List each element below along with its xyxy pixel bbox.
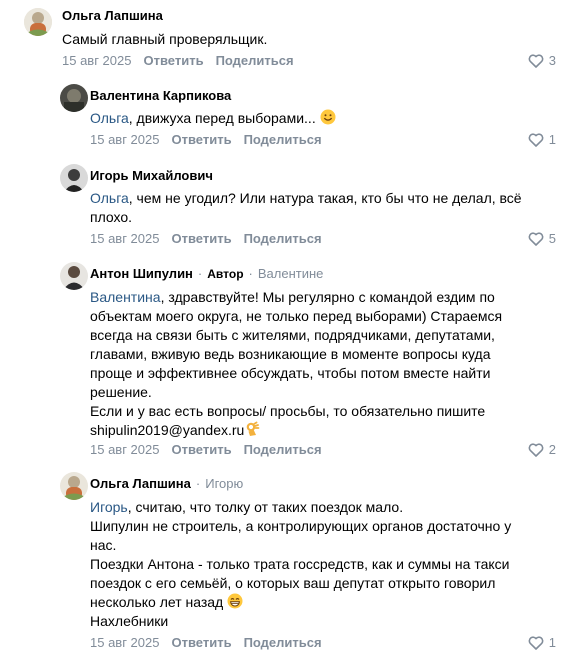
comment-text-line: главами, вживую ведь возникающие в момен… <box>90 346 491 362</box>
comment-reply: Ольга Лапшина · Игорю Игорь, считаю, что… <box>0 468 572 667</box>
ok-hand-emoji <box>247 421 260 436</box>
like-button[interactable]: 2 <box>528 442 556 458</box>
reply-button[interactable]: Ответить <box>171 231 231 247</box>
author-badge: Автор <box>207 267 244 281</box>
comment-text: Ольга, чем не угодил? Или натура такая, … <box>90 189 558 227</box>
avatar[interactable] <box>60 164 88 192</box>
comment-text-line: поездок с его семьёй, о которых ваш депу… <box>90 575 496 591</box>
share-button[interactable]: Поделиться <box>244 231 322 247</box>
like-count: 2 <box>548 442 556 457</box>
mention-link[interactable]: Ольга <box>90 190 129 206</box>
comment-reply: Антон Шипулин · Автор · Валентине Валент… <box>0 260 572 468</box>
reply-to-link[interactable]: Валентине <box>258 266 324 282</box>
comment-date[interactable]: 15 авг 2025 <box>90 231 159 247</box>
like-count: 1 <box>548 132 556 147</box>
avatar[interactable] <box>60 84 88 112</box>
comment-date[interactable]: 15 авг 2025 <box>62 53 131 69</box>
comment-reply: Валентина Карпикова Ольга, движуха перед… <box>0 80 572 160</box>
like-button[interactable]: 1 <box>528 132 556 148</box>
like-count: 3 <box>548 53 556 68</box>
comment-text-line: проще и эффективнее обсуждать, чтобы пот… <box>90 365 491 381</box>
comment-text-line: нас. <box>90 537 117 553</box>
comment-text-line: несколько лет назад <box>90 594 224 610</box>
like-button[interactable]: 3 <box>528 53 556 69</box>
share-button[interactable]: Поделиться <box>244 442 322 458</box>
reply-to-link[interactable]: Игорю <box>205 476 243 492</box>
reply-button[interactable]: Ответить <box>171 635 231 651</box>
heart-icon <box>528 443 544 457</box>
author-name[interactable]: Ольга Лапшина <box>62 8 163 24</box>
reply-button[interactable]: Ответить <box>171 442 231 458</box>
comment-text: Валентина, здравствуйте! Мы регулярно с … <box>90 288 558 440</box>
comment-text-line: , чем не угодил? Или натура такая, кто б… <box>128 190 522 206</box>
grinning-face-emoji <box>227 593 243 609</box>
author-name[interactable]: Валентина Карпикова <box>90 88 231 104</box>
heart-icon <box>528 54 544 68</box>
comment-text-line: объектам моего округа, не только перед в… <box>90 308 503 324</box>
heart-icon <box>528 133 544 147</box>
mention-link[interactable]: Игорь <box>90 499 128 515</box>
avatar[interactable] <box>60 472 88 500</box>
comment-text: Ольга, движуха перед выборами... <box>90 109 558 128</box>
smiling-face-emoji <box>320 109 336 125</box>
comment-text: Самый главный проверяльщик. <box>62 30 558 49</box>
comment-text-line: , движуха перед выборами... <box>128 110 316 126</box>
share-button[interactable]: Поделиться <box>216 53 294 69</box>
comment-text: Игорь, считаю, что толку от таких поездо… <box>90 498 558 631</box>
comment-text-line: Нахлебники <box>90 613 169 629</box>
share-button[interactable]: Поделиться <box>244 635 322 651</box>
comment-text-line: Если и у вас есть вопросы/ просьбы, то о… <box>90 403 486 419</box>
author-name[interactable]: Ольга Лапшина <box>90 476 191 492</box>
reply-button[interactable]: Ответить <box>143 53 203 69</box>
avatar[interactable] <box>24 8 52 36</box>
comment-text-line: Поездки Антона - только трата госсредств… <box>90 556 510 572</box>
author-name[interactable]: Игорь Михайлович <box>90 168 213 184</box>
comment-text-line: , здравствуйте! Мы регулярно с командой … <box>160 289 495 305</box>
comment-text-line: Самый главный проверяльщик. <box>62 31 268 47</box>
heart-icon <box>528 232 544 246</box>
mention-link[interactable]: Ольга <box>90 110 129 126</box>
like-button[interactable]: 5 <box>528 231 556 247</box>
comment-date[interactable]: 15 авг 2025 <box>90 442 159 458</box>
share-button[interactable]: Поделиться <box>244 132 322 148</box>
comment-text-line: решение. <box>90 384 152 400</box>
comment-text-line: Шипулин не строитель, а контролирующих о… <box>90 518 512 534</box>
comment-reply: Игорь Михайлович Ольга, чем не угодил? И… <box>0 160 572 260</box>
comment-date[interactable]: 15 авг 2025 <box>90 132 159 148</box>
like-count: 1 <box>548 635 556 650</box>
email-text: shipulin2019@yandex.ru <box>90 422 245 438</box>
like-button[interactable]: 1 <box>528 635 556 651</box>
avatar[interactable] <box>60 262 88 290</box>
comment-date[interactable]: 15 авг 2025 <box>90 635 159 651</box>
heart-icon <box>528 636 544 650</box>
author-name[interactable]: Антон Шипулин <box>90 266 193 282</box>
like-count: 5 <box>548 231 556 246</box>
comment-text-line: всегда на связи быть с жителями, подрядч… <box>90 327 495 343</box>
reply-button[interactable]: Ответить <box>171 132 231 148</box>
mention-link[interactable]: Валентина <box>90 289 161 305</box>
comment-text-line: плохо. <box>90 209 133 225</box>
comment: Ольга Лапшина Самый главный проверяльщик… <box>0 0 572 80</box>
comment-text-line: , считаю, что толку от таких поездок мал… <box>127 499 404 515</box>
